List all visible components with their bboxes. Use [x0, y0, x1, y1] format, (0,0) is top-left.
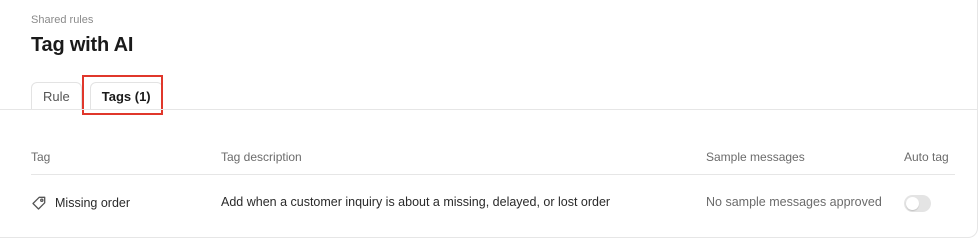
breadcrumb[interactable]: Shared rules [31, 14, 93, 26]
column-header-auto-tag: Auto tag [904, 150, 949, 164]
sample-messages-status: No sample messages approved [706, 195, 882, 209]
tags-table: Tag Tag description Sample messages Auto… [31, 140, 955, 233]
column-header-tag: Tag [31, 150, 51, 164]
tag-icon [31, 195, 47, 211]
page-title: Tag with AI [31, 34, 134, 56]
toggle-knob [906, 197, 919, 210]
tag-name[interactable]: Missing order [55, 196, 130, 210]
table-header-row: Tag Tag description Sample messages Auto… [31, 140, 955, 175]
table-row: Missing order Add when a customer inquir… [31, 175, 955, 233]
rule-card: Shared rules Tag with AI Rule Tags (1) T… [0, 0, 978, 238]
tab-rule[interactable]: Rule [31, 82, 82, 109]
auto-tag-toggle[interactable] [904, 195, 931, 212]
column-header-sample-messages: Sample messages [706, 150, 805, 164]
tab-tags[interactable]: Tags (1) [89, 82, 163, 109]
column-header-description: Tag description [221, 150, 302, 164]
tabs-divider [0, 109, 977, 110]
tag-cell: Missing order [31, 195, 130, 211]
tab-bar: Rule Tags (1) [31, 82, 163, 109]
tag-description: Add when a customer inquiry is about a m… [221, 195, 611, 209]
